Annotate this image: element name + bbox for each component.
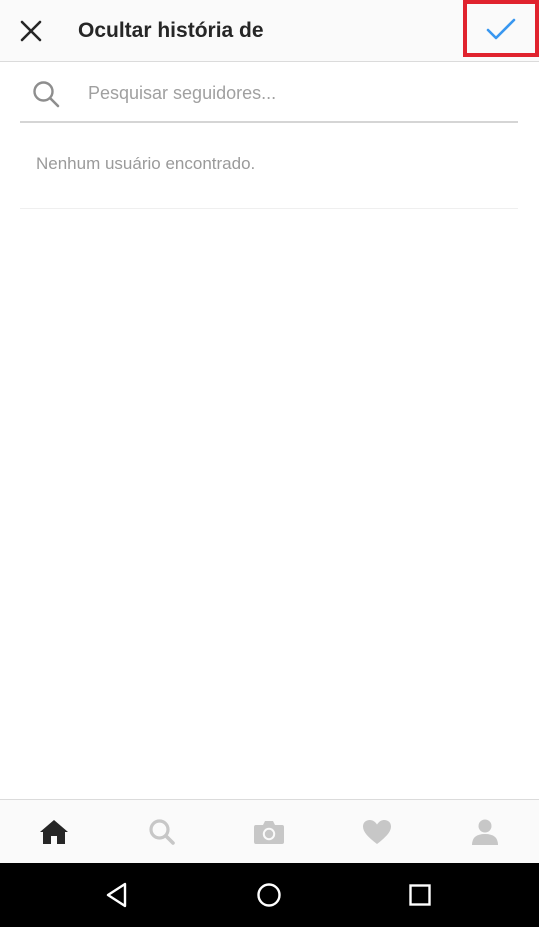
search-icon (33, 81, 60, 108)
tab-camera[interactable] (216, 800, 324, 863)
search-bar (20, 63, 518, 123)
search-icon (149, 818, 175, 845)
recents-icon (409, 884, 431, 906)
tab-activity[interactable] (323, 800, 431, 863)
page-title: Ocultar história de (78, 19, 264, 42)
bottom-tab-bar (0, 799, 539, 863)
tab-search[interactable] (108, 800, 216, 863)
camera-icon (254, 820, 285, 844)
back-icon (106, 882, 127, 908)
confirm-button[interactable] (463, 0, 539, 57)
system-home-button[interactable] (229, 863, 309, 927)
close-icon (20, 20, 42, 42)
home-icon (39, 819, 68, 844)
tab-home[interactable] (0, 800, 108, 863)
top-action-bar: Ocultar história de (0, 0, 539, 62)
heart-icon (363, 819, 392, 844)
close-button[interactable] (10, 10, 52, 52)
empty-results-message: Nenhum usuário encontrado. (36, 154, 256, 173)
divider (20, 208, 518, 209)
hide-story-screen: Ocultar história de Nenhum usuário encon… (0, 0, 539, 927)
profile-icon (472, 819, 499, 845)
search-input[interactable] (88, 73, 508, 113)
system-back-button[interactable] (77, 863, 157, 927)
home-circle-icon (257, 883, 281, 907)
system-recents-button[interactable] (380, 863, 460, 927)
system-navigation-bar (0, 863, 539, 927)
tab-profile[interactable] (431, 800, 539, 863)
check-icon (486, 18, 516, 39)
